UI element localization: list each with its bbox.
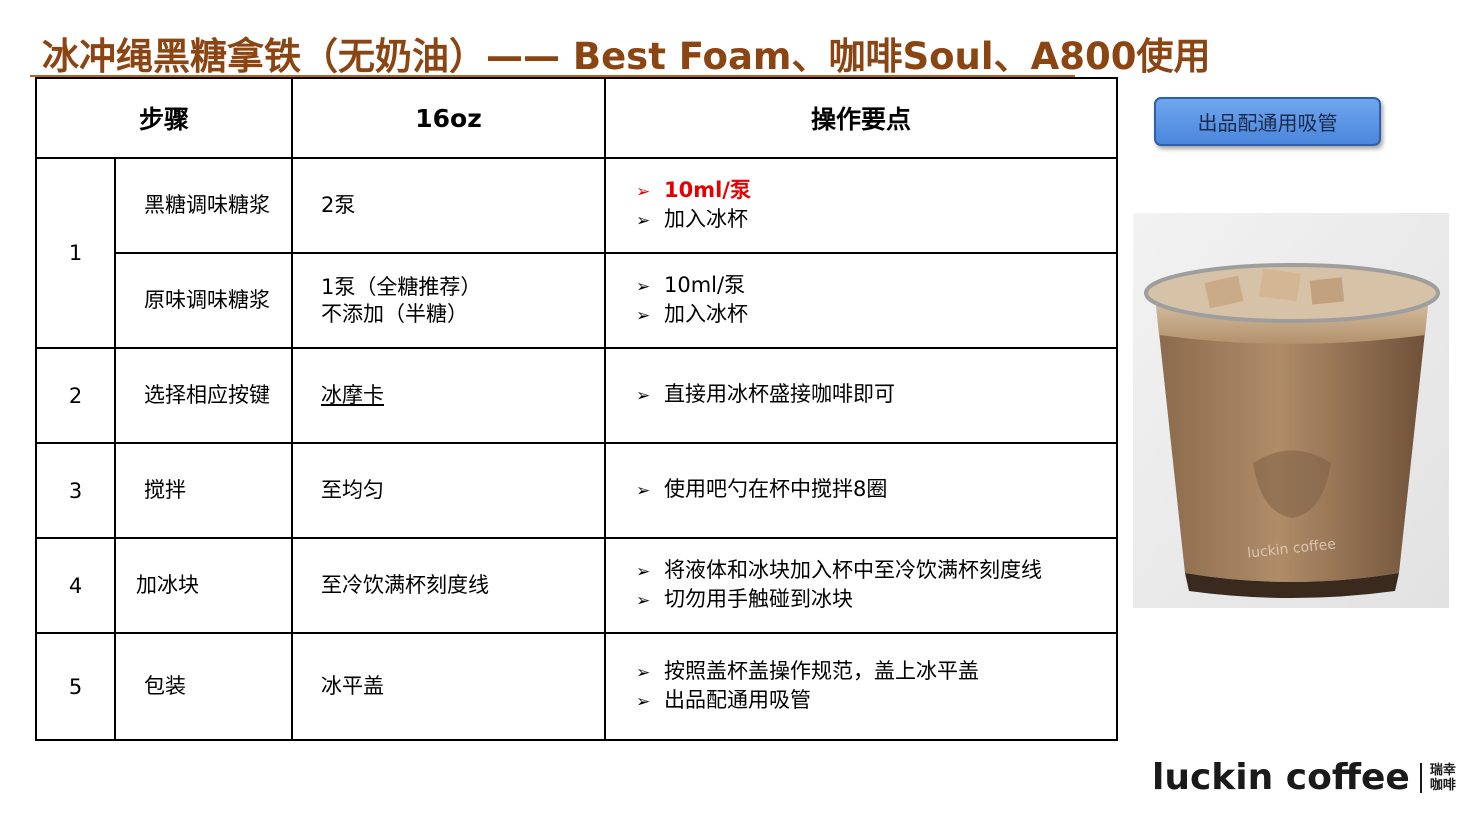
point-text: 将液体和冰块加入杯中至冷饮满杯刻度线 — [664, 557, 1042, 582]
steps-table: 步骤 16oz 操作要点 1 黑糖调味糖浆 2泵 ➢ 10ml/泵 ➢ 加入冰杯 原… — [35, 77, 1118, 741]
step-name: 黑糖调味糖浆 — [114, 157, 293, 254]
point-text: 切勿用手触碰到冰块 — [664, 586, 853, 611]
arrow-bullet-icon: ➢ — [636, 561, 651, 582]
step-spec: 冰平盖 — [291, 632, 606, 741]
point-text: 直接用冰杯盛接咖啡即可 — [664, 382, 895, 406]
logo-wordmark: luckin coffee — [1152, 757, 1410, 798]
step-spec: 1泵（全糖推荐） 不添加（半糖） — [291, 252, 606, 349]
logo-divider — [1419, 762, 1422, 793]
spec-line: 1泵（全糖推荐） — [321, 274, 482, 299]
step-name: 搅拌 — [114, 442, 293, 539]
step-name: 加冰块 — [114, 537, 293, 634]
step-points: ➢ 10ml/泵 ➢ 加入冰杯 — [604, 157, 1118, 254]
table-row: 1 黑糖调味糖浆 2泵 ➢ 10ml/泵 ➢ 加入冰杯 — [35, 157, 1118, 349]
table-row: 原味调味糖浆 1泵（全糖推荐） 不添加（半糖） ➢ 10ml/泵 ➢ 加入冰杯 — [36, 252, 1118, 349]
step-points: ➢ 10ml/泵 ➢ 加入冰杯 — [604, 252, 1118, 349]
step-points: ➢ 按照盖杯盖操作规范，盖上冰平盖 ➢ 出品配通用吸管 — [604, 632, 1118, 741]
point-text: 使用吧勺在杯中搅拌8圈 — [664, 477, 888, 501]
arrow-bullet-icon: ➢ — [636, 305, 651, 326]
logo-cn-line: 咖啡 — [1429, 777, 1456, 793]
arrow-bullet-icon: ➢ — [636, 662, 651, 683]
step-spec: 至均匀 — [291, 442, 606, 539]
arrow-bullet-icon: ➢ — [636, 276, 651, 297]
point-text: 按照盖杯盖操作规范，盖上冰平盖 — [664, 658, 979, 683]
table-row: 2 选择相应按键 冰摩卡 ➢ 直接用冰杯盛接咖啡即可 — [35, 347, 1118, 444]
header-size: 16oz — [291, 77, 606, 159]
step-number: 1 — [35, 157, 116, 349]
logo-cn-line: 瑞幸 — [1429, 762, 1456, 778]
step-number: 3 — [35, 442, 116, 539]
point-text: 加入冰杯 — [664, 206, 748, 231]
point-text: 加入冰杯 — [664, 301, 748, 326]
arrow-bullet-icon: ➢ — [636, 210, 651, 231]
step-spec: 至冷饮满杯刻度线 — [291, 537, 606, 634]
drink-photo: luckin coffee — [1133, 213, 1449, 608]
step-number: 2 — [35, 347, 116, 444]
step-name: 包装 — [114, 632, 293, 741]
step-spec: 2泵 — [291, 157, 606, 254]
table-row: 4 加冰块 至冷饮满杯刻度线 ➢ 将液体和冰块加入杯中至冷饮满杯刻度线 ➢ 切勿用手… — [35, 537, 1118, 634]
spec-link-text: 冰摩卡 — [321, 383, 384, 407]
step-name: 选择相应按键 — [114, 347, 293, 444]
point-text: 10ml/泵 — [664, 177, 751, 202]
table-row: 5 包装 冰平盖 ➢ 按照盖杯盖操作规范，盖上冰平盖 ➢ 出品配通用吸管 — [35, 632, 1118, 741]
arrow-bullet-icon: ➢ — [636, 181, 651, 202]
step-number: 5 — [35, 632, 116, 741]
page-title: 冰冲绳黑糖拿铁（无奶油）—— Best Foam、咖啡Soul、A800使用 — [42, 35, 1211, 78]
straw-note-button[interactable]: 出品配通用吸管 — [1154, 97, 1381, 146]
spec-line: 不添加（半糖） — [321, 301, 468, 326]
arrow-bullet-icon: ➢ — [636, 691, 651, 712]
logo-chinese: 瑞幸 咖啡 — [1430, 763, 1456, 793]
header-points: 操作要点 — [604, 77, 1118, 159]
step-points: ➢ 使用吧勺在杯中搅拌8圈 — [604, 442, 1118, 539]
step-number: 4 — [35, 537, 116, 634]
step-name: 原味调味糖浆 — [114, 252, 293, 349]
table-header-row: 步骤 16oz 操作要点 — [35, 77, 1118, 159]
table-row: 3 搅拌 至均匀 ➢ 使用吧勺在杯中搅拌8圈 — [35, 442, 1118, 539]
header-step: 步骤 — [35, 77, 293, 159]
arrow-bullet-icon: ➢ — [636, 386, 651, 406]
point-text: 出品配通用吸管 — [664, 687, 811, 712]
arrow-bullet-icon: ➢ — [636, 590, 651, 611]
arrow-bullet-icon: ➢ — [636, 481, 651, 501]
step-points: ➢ 直接用冰杯盛接咖啡即可 — [604, 347, 1118, 444]
brand-logo: luckin coffee 瑞幸 咖啡 — [1152, 757, 1456, 798]
step-points: ➢ 将液体和冰块加入杯中至冷饮满杯刻度线 ➢ 切勿用手触碰到冰块 — [604, 537, 1118, 634]
step-spec: 冰摩卡 — [291, 347, 606, 444]
point-text: 10ml/泵 — [664, 272, 746, 297]
